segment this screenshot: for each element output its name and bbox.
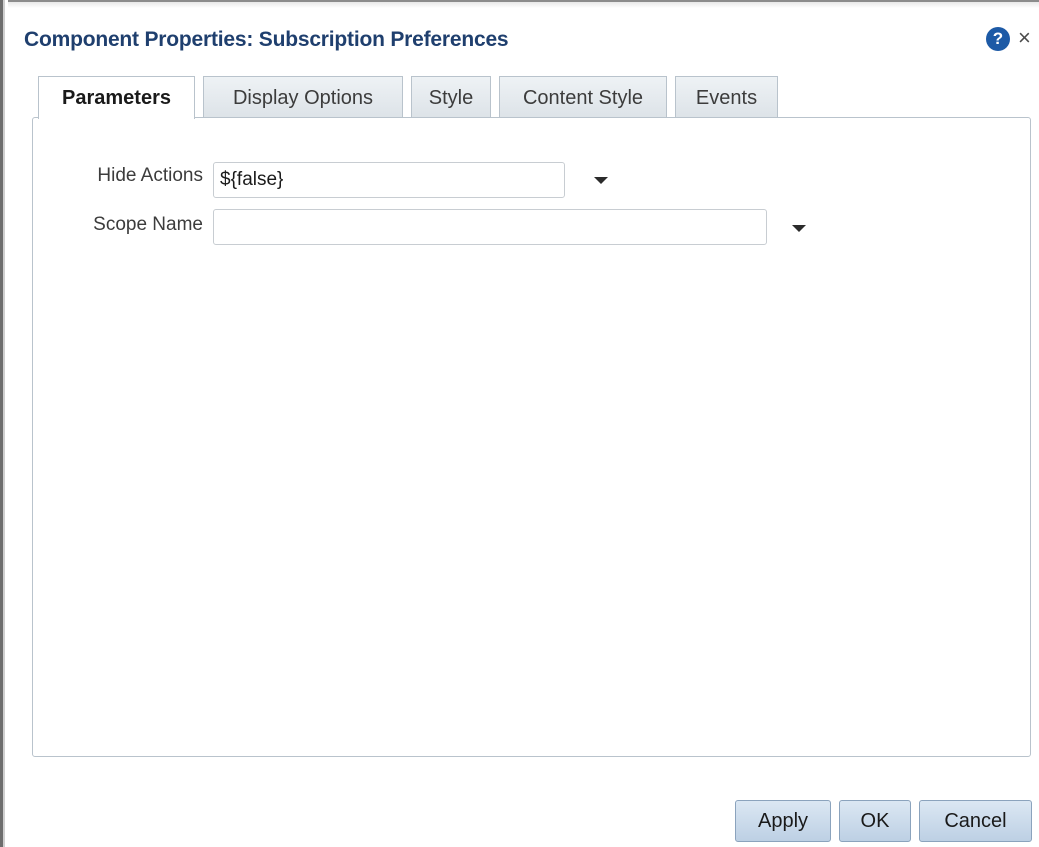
hide-actions-label: Hide Actions xyxy=(97,165,203,186)
tab-display-options[interactable]: Display Options xyxy=(203,76,403,117)
chevron-down-icon[interactable] xyxy=(792,225,806,232)
window-top-strip xyxy=(8,0,1039,8)
scope-name-label: Scope Name xyxy=(93,214,203,235)
tab-parameters[interactable]: Parameters xyxy=(38,76,195,119)
component-properties-dialog: Component Properties: Subscription Prefe… xyxy=(0,0,1039,847)
ok-button[interactable]: OK xyxy=(839,800,911,842)
tab-events[interactable]: Events xyxy=(675,76,778,117)
parameters-panel: Hide Actions Scope Name xyxy=(32,117,1031,757)
dialog-title: Component Properties: Subscription Prefe… xyxy=(24,28,509,51)
chevron-down-icon[interactable] xyxy=(594,177,608,184)
scope-name-input[interactable] xyxy=(213,209,767,245)
help-icon[interactable]: ? xyxy=(986,27,1010,51)
apply-button[interactable]: Apply xyxy=(735,800,831,842)
cancel-button[interactable]: Cancel xyxy=(919,800,1032,842)
window-left-edge xyxy=(0,0,8,847)
tab-style[interactable]: Style xyxy=(411,76,491,117)
hide-actions-input[interactable] xyxy=(213,162,565,198)
tab-content-style[interactable]: Content Style xyxy=(499,76,667,117)
close-icon[interactable]: × xyxy=(1018,24,1031,52)
